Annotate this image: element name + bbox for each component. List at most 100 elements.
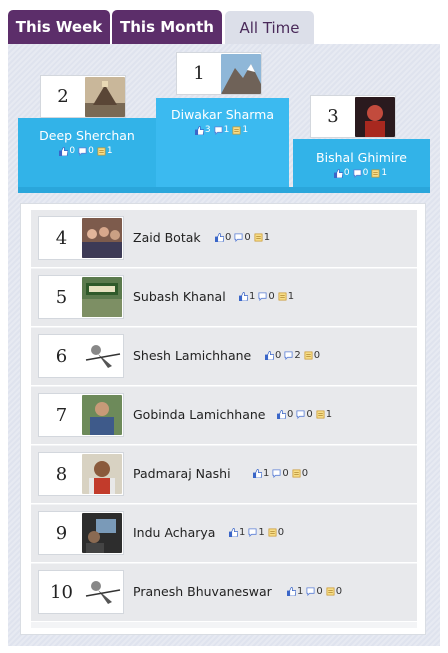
list-item[interactable]: 9 Indu Acharya 1 1 0 (31, 505, 417, 563)
comments-count: 0 (282, 468, 289, 479)
note-icon (97, 147, 106, 156)
comments-count: 1 (258, 527, 265, 538)
comments-count: 2 (294, 350, 301, 361)
thumbs-up-icon (229, 528, 238, 537)
list-item[interactable]: 6 Shesh Lamichhane 0 2 0 (31, 328, 417, 386)
podium-card-rank-2[interactable]: 2 (40, 75, 126, 118)
rank-number: 5 (55, 286, 68, 308)
thumbs-up-icon (194, 125, 204, 135)
comment-bubble-icon (214, 125, 223, 135)
list-item[interactable]: 10 Pranesh Bhuvaneswar 1 0 0 (31, 564, 417, 622)
user-stats: 1 0 0 (253, 468, 310, 479)
posts-count: 1 (106, 146, 113, 156)
tab-this-week[interactable]: This Week (8, 10, 110, 44)
avatar[interactable] (82, 218, 122, 258)
avatar[interactable] (82, 395, 122, 435)
podium-stats: 0 0 1 (18, 146, 156, 156)
avatar[interactable] (355, 97, 395, 137)
list-item[interactable]: 7 Gobinda Lamichhane 0 0 1 (31, 387, 417, 445)
comment-bubble-icon (248, 528, 257, 537)
user-name[interactable]: Shesh Lamichhane (133, 348, 251, 363)
likes-count: 1 (249, 291, 256, 302)
note-icon (304, 351, 313, 360)
avatar[interactable] (82, 513, 122, 553)
posts-count: 1 (263, 232, 271, 243)
user-name[interactable]: Pranesh Bhuvaneswar (133, 584, 272, 599)
rank-number: 4 (55, 227, 68, 249)
comment-bubble-icon (234, 233, 243, 242)
podium-rank-number: 1 (193, 63, 205, 84)
likes-count: 0 (275, 350, 282, 361)
user-name[interactable]: Gobinda Lamichhane (133, 407, 266, 422)
list-item[interactable]: 5 Subash Khanal 1 0 1 (31, 269, 417, 327)
avatar[interactable] (85, 77, 125, 117)
likes-count: 1 (263, 468, 270, 479)
podium-card-rank-1[interactable]: 1 (176, 52, 262, 95)
note-icon (371, 169, 380, 178)
posts-count: 0 (313, 350, 321, 361)
user-stats: 1 0 0 (287, 586, 344, 597)
rank-number: 7 (55, 404, 68, 426)
comment-bubble-icon (78, 146, 87, 156)
user-stats: 0 0 1 (277, 409, 334, 420)
avatar[interactable] (82, 277, 122, 317)
likes-count: 0 (69, 146, 76, 156)
likes-count: 0 (287, 409, 294, 420)
comment-bubble-icon (284, 351, 293, 360)
user-name[interactable]: Zaid Botak (133, 230, 201, 245)
thumbs-up-icon (277, 410, 286, 419)
avatar[interactable] (82, 454, 122, 494)
thumbs-up-icon (287, 587, 296, 596)
rank-box: 7 (38, 393, 124, 437)
rank-box: 8 (38, 452, 124, 496)
tab-all-time[interactable]: All Time (225, 11, 314, 44)
posts-count: 1 (325, 409, 333, 420)
thumbs-up-icon (265, 351, 274, 360)
user-name[interactable]: Subash Khanal (133, 289, 226, 304)
list-item[interactable]: 4 Zaid Botak 0 0 1 (31, 210, 417, 268)
user-stats: 1 1 0 (229, 527, 286, 538)
rank-box: 6 (38, 334, 124, 378)
posts-count: 0 (277, 527, 285, 538)
posts-count: 1 (381, 168, 388, 178)
list-item[interactable]: 8 Padmaraj Nashi 1 0 0 (31, 446, 417, 504)
rank-box: 4 (38, 216, 124, 260)
podium-base (18, 187, 430, 193)
comment-bubble-icon (272, 469, 281, 478)
comment-bubble-icon (258, 292, 267, 301)
comments-count: 0 (268, 291, 275, 302)
comment-bubble-icon (306, 587, 315, 596)
podium-name[interactable]: Deep Sherchan (18, 128, 156, 143)
podium-name[interactable]: Diwakar Sharma (156, 107, 289, 122)
rank-box: 9 (38, 511, 124, 555)
posts-count: 1 (242, 125, 249, 135)
podium-stats: 0 0 1 (293, 168, 430, 178)
user-name[interactable]: Indu Acharya (133, 525, 215, 540)
avatar[interactable] (82, 336, 122, 376)
avatar[interactable] (82, 572, 122, 612)
user-stats: 1 0 1 (239, 291, 296, 302)
podium-name[interactable]: Bishal Ghimire (293, 150, 430, 165)
rank-box: 10 (38, 570, 124, 614)
comments-count: 1 (223, 125, 230, 135)
user-stats: 0 2 0 (265, 350, 322, 361)
user-name[interactable]: Padmaraj Nashi (133, 466, 231, 481)
podium-card-rank-3[interactable]: 3 (310, 95, 396, 138)
note-icon (254, 233, 263, 242)
comment-bubble-icon (296, 410, 305, 419)
thumbs-up-icon (59, 146, 69, 156)
rank-number: 10 (50, 581, 73, 603)
thumbs-up-icon (253, 469, 262, 478)
note-icon (326, 587, 335, 596)
tab-this-month[interactable]: This Month (112, 10, 222, 44)
podium-first: Diwakar Sharma 3 1 1 (156, 98, 289, 193)
rank-number: 8 (55, 463, 68, 485)
comment-bubble-icon (353, 168, 362, 178)
note-icon (278, 292, 287, 301)
user-stats: 0 0 1 (215, 232, 272, 243)
podium-third: Bishal Ghimire 0 0 1 (293, 139, 430, 193)
comments-count: 0 (244, 232, 251, 243)
avatar[interactable] (221, 54, 261, 94)
thumbs-up-icon (333, 168, 343, 178)
likes-count: 0 (343, 168, 350, 178)
